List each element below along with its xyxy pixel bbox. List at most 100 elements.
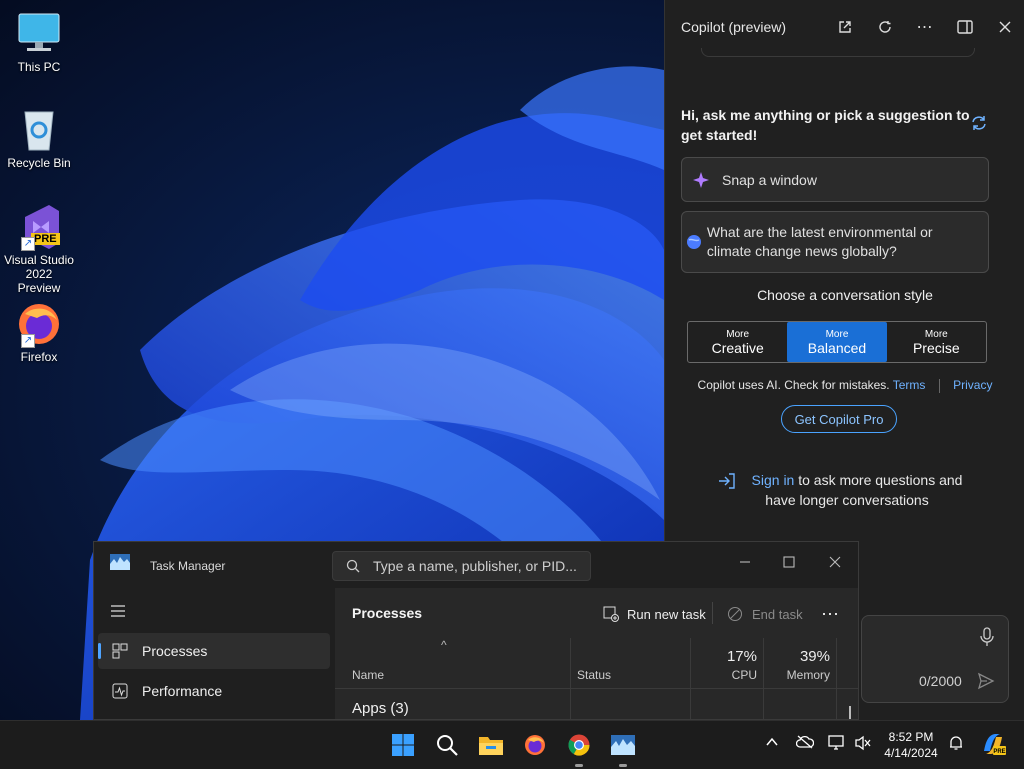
privacy-link[interactable]: Privacy: [953, 378, 992, 392]
terms-link[interactable]: Terms: [893, 378, 926, 392]
performance-icon: [98, 683, 142, 699]
desktop-icon-firefox[interactable]: ↗ Firefox: [4, 300, 74, 364]
column-status[interactable]: Status: [570, 638, 690, 688]
microphone-icon[interactable]: [979, 627, 995, 647]
nav-label: Processes: [142, 643, 208, 659]
cloud-offline-icon: [795, 735, 815, 749]
more-icon: ⋯: [821, 603, 839, 624]
refresh-icon: [879, 21, 891, 33]
clock-date: 4/14/2024: [884, 746, 938, 760]
group-row-apps[interactable]: Apps (3): [352, 700, 409, 717]
running-indicator: [575, 764, 583, 767]
nav-item-processes[interactable]: Processes: [98, 633, 330, 669]
open-external-button[interactable]: [825, 0, 865, 54]
firefox-icon: ↗: [15, 300, 63, 348]
file-explorer-button[interactable]: [475, 729, 507, 761]
more-options-button[interactable]: ⋯: [905, 0, 945, 54]
sign-in-text: to ask more questions and have longer co…: [765, 472, 963, 508]
start-button[interactable]: [387, 729, 419, 761]
toolbar-divider: [712, 602, 713, 624]
style-large-label: Creative: [711, 339, 764, 356]
style-creative-button[interactable]: More Creative: [688, 322, 787, 362]
column-label: Memory: [786, 668, 830, 682]
action-label: Run new task: [627, 606, 706, 622]
copilot-taskbar-button[interactable]: PRE: [980, 731, 1006, 762]
firefox-taskbar-button[interactable]: [519, 729, 551, 761]
column-divider: [690, 688, 691, 719]
column-memory[interactable]: 39% Memory: [763, 638, 836, 688]
column-cpu[interactable]: 17% CPU: [690, 638, 763, 688]
open-external-icon: [839, 21, 851, 33]
close-button[interactable]: [985, 0, 1024, 54]
search-input[interactable]: Type a name, publisher, or PID...: [332, 551, 591, 581]
column-divider: [570, 688, 571, 719]
start-icon: [392, 734, 414, 756]
taskbar-search-button[interactable]: [431, 729, 463, 761]
sign-in-link[interactable]: Sign in: [752, 472, 795, 488]
nav-item-performance[interactable]: Performance: [98, 673, 330, 709]
preview-badge: PRE: [31, 233, 60, 245]
column-name[interactable]: ^ Name: [335, 638, 570, 688]
desktop-icon-label: Visual Studio 2022 Preview: [4, 253, 74, 295]
notifications-button[interactable]: [948, 735, 964, 756]
run-new-task-button[interactable]: Run new task: [603, 598, 706, 630]
task-manager-taskbar-button[interactable]: [607, 729, 639, 767]
suggestion-snap-window[interactable]: Snap a window: [681, 157, 989, 202]
close-icon: [999, 21, 1011, 33]
desktop-icon-this-pc[interactable]: This PC: [4, 10, 74, 74]
panel-heading: Processes: [352, 605, 423, 621]
header-divider: [335, 688, 858, 689]
style-balanced-button[interactable]: More Balanced: [787, 322, 887, 362]
maximize-button[interactable]: [766, 548, 812, 576]
new-suggestions-icon[interactable]: [970, 114, 988, 132]
character-counter: 0/2000: [919, 673, 962, 689]
disclaimer-text: Copilot uses AI. Check for mistakes.: [697, 378, 890, 392]
sign-in-prompt: Sign in to ask more questions and have l…: [717, 470, 977, 510]
show-hidden-icons-button[interactable]: [765, 735, 779, 754]
system-clock[interactable]: 8:52 PM 4/14/2024: [876, 729, 946, 761]
task-manager-logo-icon: [110, 554, 130, 570]
dock-pane-button[interactable]: [945, 0, 985, 54]
onedrive-tray-button[interactable]: [795, 735, 815, 754]
suggestion-text: What are the latest environmental or cli…: [706, 224, 933, 259]
send-icon[interactable]: [977, 672, 995, 690]
window-title: Task Manager: [150, 559, 226, 573]
refresh-button[interactable]: [865, 0, 905, 54]
desktop-icon-recycle-bin[interactable]: Recycle Bin: [4, 106, 74, 170]
bell-icon: [950, 736, 962, 750]
volume-tray-button[interactable]: [854, 735, 872, 756]
processes-icon: [98, 643, 142, 659]
hamburger-menu-icon[interactable]: [110, 604, 126, 618]
maximize-icon: [783, 556, 795, 568]
column-divider: [836, 638, 837, 719]
shortcut-arrow-icon: ↗: [21, 237, 35, 251]
style-large-label: Precise: [912, 339, 960, 356]
chrome-taskbar-button[interactable]: [563, 729, 595, 767]
network-tray-button[interactable]: [828, 735, 846, 756]
style-small-label: More: [924, 328, 948, 340]
get-copilot-pro-button[interactable]: Get Copilot Pro: [781, 405, 897, 433]
action-label: End task: [752, 606, 803, 622]
desktop-icon-label: Firefox: [20, 350, 58, 364]
suggestion-climate-news[interactable]: What are the latest environmental or cli…: [681, 211, 989, 273]
end-task-icon: [728, 607, 742, 621]
scrollbar-thumb[interactable]: [849, 706, 851, 719]
minimize-button[interactable]: [722, 548, 768, 576]
column-label: CPU: [731, 668, 757, 682]
style-precise-button[interactable]: More Precise: [887, 322, 986, 362]
desktop-icon-visual-studio[interactable]: PRE ↗ Visual Studio 2022 Preview: [4, 203, 74, 295]
task-manager-icon: [611, 735, 635, 755]
desktop-icon-label: This PC: [17, 60, 61, 74]
volume-muted-icon: [855, 735, 871, 751]
chevron-up-icon: [766, 737, 778, 746]
ai-disclaimer: Copilot uses AI. Check for mistakes. Ter…: [665, 378, 1024, 393]
minimize-icon: [740, 561, 750, 563]
cpu-usage-value: 17%: [726, 648, 757, 665]
chrome-icon: [568, 734, 590, 756]
close-button[interactable]: [812, 548, 858, 576]
conversation-style-label: Choose a conversation style: [757, 287, 933, 303]
end-task-button[interactable]: End task: [727, 598, 803, 630]
more-options-button[interactable]: ⋯: [821, 598, 839, 630]
network-icon: [828, 735, 844, 750]
sparkle-icon: [682, 171, 722, 189]
